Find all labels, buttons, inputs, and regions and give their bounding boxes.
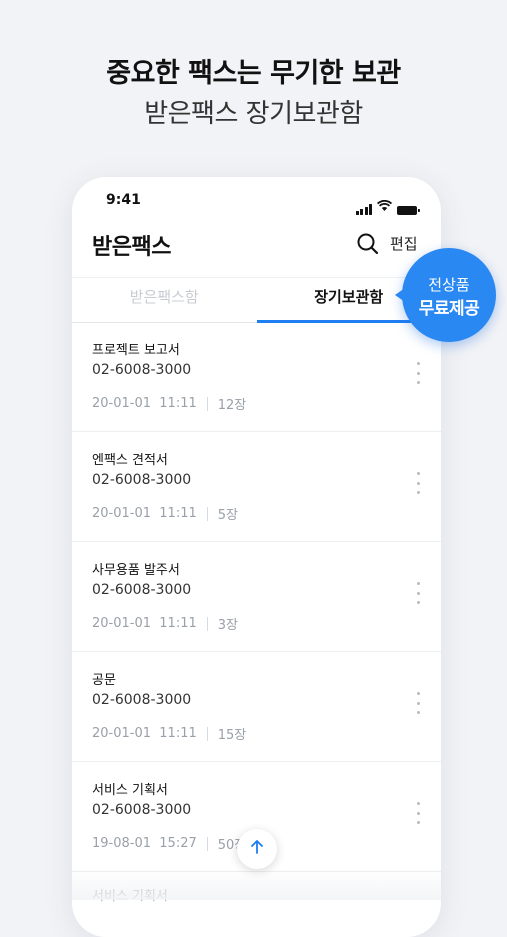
list-item[interactable]: 프로젝트 보고서 02-6008-3000 20-01-01 11:11 12장	[72, 322, 441, 432]
edit-button[interactable]: 편집	[390, 233, 418, 254]
fax-number: 02-6008-3000	[92, 362, 192, 378]
more-options-icon[interactable]	[415, 362, 421, 384]
more-options-icon[interactable]	[415, 582, 421, 604]
more-options-icon[interactable]	[415, 472, 421, 494]
promo-subtitle: 받은팩스 장기보관함	[144, 99, 363, 129]
fax-date: 20-01-01	[92, 396, 152, 411]
fax-meta: 20-01-01 11:11 12장	[92, 394, 246, 413]
fax-number: 02-6008-3000	[92, 582, 192, 598]
more-options-icon[interactable]	[415, 692, 421, 714]
fax-date: 20-01-01	[92, 726, 152, 741]
fax-title: 프로젝트 보고서	[92, 343, 180, 358]
fax-meta: 19-08-01 15:27 50장	[92, 834, 246, 853]
tab-inbox[interactable]: 받은팩스함	[72, 278, 257, 322]
search-icon[interactable]	[356, 232, 380, 256]
fax-time: 11:11	[159, 506, 197, 521]
list-item[interactable]: 공문 02-6008-3000 20-01-01 11:11 15장	[72, 652, 441, 762]
list-item[interactable]: 엔팩스 견적서 02-6008-3000 20-01-01 11:11 5장	[72, 432, 441, 542]
promo-header: 중요한 팩스는 무기한 보관 받은팩스 장기보관함	[0, 54, 507, 134]
phone-frame: 9:41 받은팩스 편집 받은팩스함 장기보관함 프로젝트 보고서 02-600…	[72, 177, 441, 937]
wifi-icon	[376, 196, 393, 215]
fax-pages: 12장	[217, 398, 247, 413]
fax-title: 서비스 기획서	[92, 783, 168, 798]
scroll-to-top-button[interactable]	[237, 829, 277, 869]
bottom-fade	[72, 868, 441, 900]
fax-number: 02-6008-3000	[92, 472, 192, 488]
status-time: 9:41	[106, 192, 141, 208]
fax-meta: 20-01-01 11:11 3장	[92, 614, 238, 633]
fax-title: 사무용품 발주서	[92, 563, 180, 578]
fax-date: 19-08-01	[92, 836, 152, 851]
divider	[206, 506, 208, 521]
fax-title: 엔팩스 견적서	[92, 453, 168, 468]
status-bar: 9:41	[72, 177, 441, 223]
divider	[206, 396, 208, 411]
battery-icon	[397, 206, 420, 215]
badge-line2: 무료제공	[418, 299, 480, 319]
fax-time: 11:11	[159, 616, 197, 631]
fax-title: 공문	[92, 673, 116, 688]
page-title: 받은팩스	[92, 235, 171, 260]
arrow-up-icon	[248, 838, 266, 860]
fax-list: 프로젝트 보고서 02-6008-3000 20-01-01 11:11 12장…	[72, 322, 441, 872]
tab-bar: 받은팩스함 장기보관함	[72, 277, 441, 323]
fax-pages: 15장	[217, 728, 247, 743]
fax-number: 02-6008-3000	[92, 692, 192, 708]
fax-date: 20-01-01	[92, 506, 152, 521]
status-icons	[355, 196, 420, 215]
divider	[206, 726, 208, 741]
fax-time: 11:11	[159, 726, 197, 741]
fax-time: 11:11	[159, 396, 197, 411]
free-offer-badge: 전상품 무료제공	[395, 248, 496, 342]
promo-title: 중요한 팩스는 무기한 보관	[106, 58, 401, 89]
fax-number: 02-6008-3000	[92, 802, 192, 818]
divider	[206, 836, 208, 851]
signal-icon	[355, 204, 372, 215]
list-item[interactable]: 사무용품 발주서 02-6008-3000 20-01-01 11:11 3장	[72, 542, 441, 652]
fax-pages: 5장	[217, 508, 238, 523]
fax-time: 15:27	[159, 836, 197, 851]
fax-meta: 20-01-01 11:11 5장	[92, 504, 238, 523]
fax-meta: 20-01-01 11:11 15장	[92, 724, 246, 743]
fax-pages: 3장	[217, 618, 238, 633]
divider	[206, 616, 208, 631]
badge-line1: 전상품	[428, 276, 470, 294]
fax-date: 20-01-01	[92, 616, 152, 631]
more-options-icon[interactable]	[415, 802, 421, 824]
